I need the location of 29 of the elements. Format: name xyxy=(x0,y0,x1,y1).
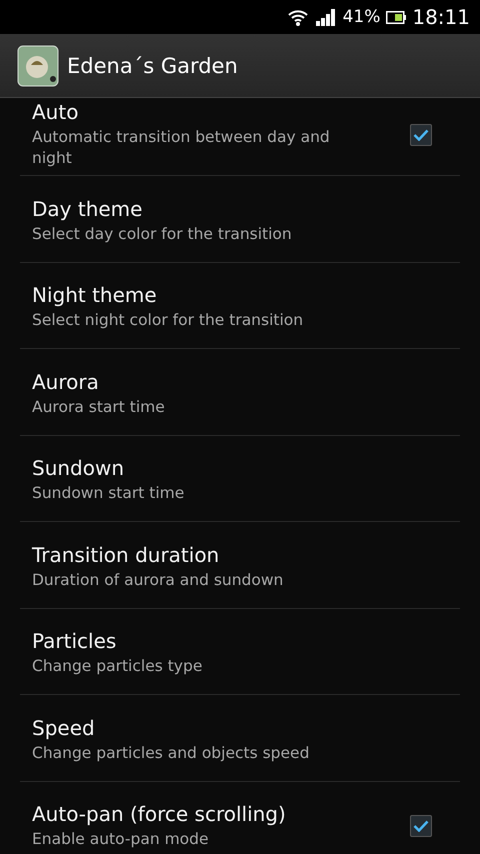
signal-icon xyxy=(314,8,337,26)
setting-summary: Change particles type xyxy=(32,656,204,678)
setting-title[interactable]: Auto xyxy=(32,100,410,124)
setting-summary: Select day color for the transition xyxy=(32,224,293,245)
setting-summary: Select night color for the transition xyxy=(32,310,304,332)
setting-summary: Enable auto-pan mode xyxy=(32,829,210,850)
setting-title[interactable]: Auto-pan (force scrolling) xyxy=(32,802,410,826)
app-title: Edena´s Garden xyxy=(67,54,238,78)
clock: 18:11 xyxy=(412,5,470,29)
battery-icon xyxy=(386,10,406,24)
app-icon xyxy=(17,44,59,86)
battery-percent: 41% xyxy=(342,7,380,27)
setting-title[interactable]: Day theme xyxy=(32,196,460,221)
setting-title[interactable]: Speed xyxy=(32,716,460,740)
checkmark-icon xyxy=(413,820,429,832)
setting-title[interactable]: Transition duration xyxy=(32,542,460,567)
setting-title[interactable]: Particles xyxy=(32,629,460,654)
setting-summary: Change particles and objects speed xyxy=(32,742,310,764)
setting-summary: Aurora start time xyxy=(32,396,166,418)
setting-title[interactable]: Night theme xyxy=(32,283,460,308)
checkmark-icon xyxy=(413,128,429,140)
checkbox[interactable] xyxy=(410,815,432,838)
setting-summary: Duration of aurora and sundown xyxy=(32,570,284,591)
wifi-icon xyxy=(286,8,309,26)
checkbox[interactable] xyxy=(410,124,432,146)
setting-title[interactable]: Aurora xyxy=(32,370,460,394)
setting-summary: Sundown start time xyxy=(32,483,186,504)
setting-summary: Automatic transition between day and night xyxy=(32,127,331,169)
setting-title[interactable]: Sundown xyxy=(32,456,460,480)
